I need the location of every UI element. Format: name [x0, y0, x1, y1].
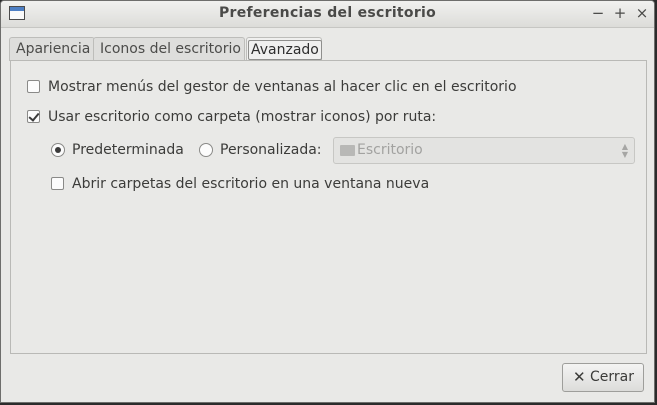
tab-label: Avanzado [248, 40, 322, 60]
window-title: Preferencias del escritorio [218, 5, 437, 21]
option-label: Predeterminada [72, 142, 184, 158]
checkbox-use-desktop-folder[interactable] [27, 110, 40, 123]
minimize-button[interactable]: − [589, 4, 607, 22]
folder-select-value: Escritorio [357, 142, 423, 158]
advanced-panel [10, 60, 647, 354]
checkbox-open-new-window[interactable] [51, 177, 64, 190]
radio-path-default[interactable] [51, 143, 65, 157]
preferences-window: Preferencias del escritorio − + × Aparie… [0, 0, 655, 403]
folder-icon [340, 145, 355, 156]
radio-path-custom[interactable] [199, 143, 213, 157]
option-label: Personalizada: [220, 142, 322, 158]
maximize-button[interactable]: + [611, 4, 629, 22]
tab-avanzado[interactable]: Avanzado [246, 37, 322, 61]
tab-apariencia[interactable]: Apariencia [9, 37, 95, 61]
option-label: Mostrar menús del gestor de ventanas al … [48, 79, 517, 95]
title-bar[interactable]: Preferencias del escritorio − + × [1, 1, 654, 28]
option-label: Abrir carpetas del escritorio en una ven… [72, 176, 430, 192]
close-window-button[interactable]: × [633, 4, 651, 22]
close-button[interactable]: ✕ Cerrar [562, 363, 644, 392]
checkbox-show-wm-menu[interactable] [27, 80, 40, 93]
close-button-label: Cerrar [590, 369, 634, 385]
tab-iconos-del-escritorio[interactable]: Iconos del escritorio [93, 37, 245, 61]
tab-label: Iconos del escritorio [100, 41, 241, 57]
close-icon: ✕ [573, 368, 586, 386]
option-label: Usar escritorio como carpeta (mostrar ic… [48, 109, 437, 125]
folder-select[interactable]: Escritorio ▲ ▼ [333, 137, 635, 164]
tab-label: Apariencia [16, 41, 91, 57]
chevron-up-down-icon: ▲ ▼ [621, 142, 628, 159]
